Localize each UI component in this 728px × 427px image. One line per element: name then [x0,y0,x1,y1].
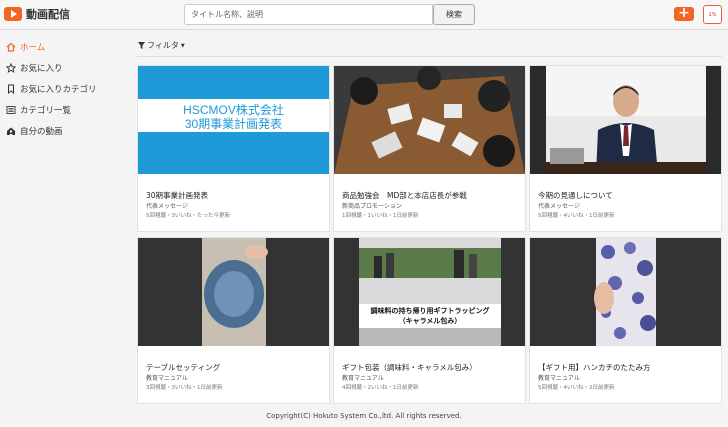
video-card[interactable]: テーブルセッティング 教育マニュアル 3回視聴・3いいね・1日前更新 [137,237,330,404]
search-input[interactable] [184,4,433,25]
search-button[interactable]: 検索 [433,4,475,25]
app-logo[interactable]: 動画配信 [4,6,70,22]
video-category: 教育マニュアル [342,375,384,382]
upload-button[interactable]: + [674,5,694,21]
sidebar-item-home[interactable]: ホーム [0,36,130,57]
video-thumbnail[interactable] [530,66,721,174]
filter-label: フィルタ [147,41,179,50]
shop-photo [334,238,525,346]
meeting-photo [334,66,525,174]
video-thumbnail[interactable]: HSCMOV株式会社 30期事業計画発表 [138,66,329,174]
thumbnail-caption: 30期事業計画発表 [184,117,283,131]
sidebar-item-label: ホーム [20,42,46,53]
sidebar-item-label: お気に入り [20,63,63,74]
executive-photo [530,66,721,174]
video-stats: 3回視聴・3いいね・1日前更新 [146,385,223,391]
plus-icon: + [678,5,690,21]
video-title[interactable]: テーブルセッティング [146,362,220,373]
video-category: 教育マニュアル [146,375,188,382]
avatar[interactable]: 1% [703,5,722,24]
video-category: 新商品プロモーション [342,203,402,210]
sidebar-item-label: 自分の動画 [20,126,63,137]
video-title[interactable]: 商品勉強会 MD部と本店店長が参戦 [342,190,467,201]
sidebar-item-category-list[interactable]: カテゴリ一覧 [0,99,130,120]
video-stats: 5回視聴・4いいね・2日前更新 [538,385,615,391]
video-thumbnail[interactable] [138,238,329,346]
divider [137,56,722,57]
video-stats: 4回視聴・2いいね・1日前更新 [342,385,419,391]
video-card[interactable]: 今期の見通しについて 代表メッセージ 5回視聴・4いいね・1日前更新 [529,65,722,232]
home-icon [6,42,16,52]
video-thumbnail[interactable]: 調味料の持ち帰り用ギフトラッピング （キャラメル包み） [334,238,525,346]
sidebar-item-favorites[interactable]: お気に入り [0,57,130,78]
footer-copyright: Copyright(C) Hokuto System Co.,ltd. All … [266,412,462,420]
thumbnail-caption: （キャラメル包み） [398,317,462,325]
play-icon [4,7,22,21]
video-card[interactable]: 商品勉強会 MD部と本店店長が参戦 新商品プロモーション 1回視聴・1いいね・1… [333,65,526,232]
app-title: 動画配信 [26,8,70,21]
video-thumbnail[interactable] [334,66,525,174]
thumbnail-caption: 調味料の持ち帰り用ギフトラッピング [370,307,490,315]
sidebar-item-label: お気に入りカテゴリ [20,84,97,95]
video-card[interactable]: HSCMOV株式会社 30期事業計画発表 30期事業計画発表 代表メッセージ 5… [137,65,330,232]
handkerchief-photo [530,238,721,346]
video-card[interactable]: 調味料の持ち帰り用ギフトラッピング （キャラメル包み） ギフト包装（調味料・キャ… [333,237,526,404]
top-bar: 動画配信 検索 + 1% [0,0,728,30]
video-category: 代表メッセージ [146,203,188,210]
video-category: 教育マニュアル [538,375,580,382]
filter-dropdown[interactable]: フィルタ ▼ [138,40,185,51]
sidebar-item-my-videos[interactable]: 自分の動画 [0,120,130,141]
sidebar: ホーム お気に入り お気に入りカテゴリ カテゴリ一覧 自分の動画 [0,36,130,141]
bookmark-icon [6,84,16,94]
video-title[interactable]: ギフト包装（調味料・キャラメル包み） [342,362,477,373]
sidebar-item-label: カテゴリ一覧 [20,105,72,116]
video-title[interactable]: 30期事業計画発表 [146,190,208,201]
video-category: 代表メッセージ [538,203,580,210]
user-home-icon [6,126,16,136]
caret-down-icon: ▼ [180,42,185,49]
video-title[interactable]: 今期の見通しについて [538,190,613,201]
list-icon [6,105,16,115]
sidebar-item-favorite-categories[interactable]: お気に入りカテゴリ [0,78,130,99]
filter-icon [138,42,145,49]
star-icon [6,62,16,73]
video-title[interactable]: 【ギフト用】ハンカチのたたみ方 [538,362,651,373]
video-stats: 5回視聴・4いいね・1日前更新 [538,213,615,219]
plate-photo [138,238,329,346]
video-card[interactable]: 【ギフト用】ハンカチのたたみ方 教育マニュアル 5回視聴・4いいね・2日前更新 [529,237,722,404]
video-stats: 5回視聴・3いいね・たった今更新 [146,213,230,219]
video-stats: 1回視聴・1いいね・1日前更新 [342,213,419,219]
video-thumbnail[interactable] [530,238,721,346]
